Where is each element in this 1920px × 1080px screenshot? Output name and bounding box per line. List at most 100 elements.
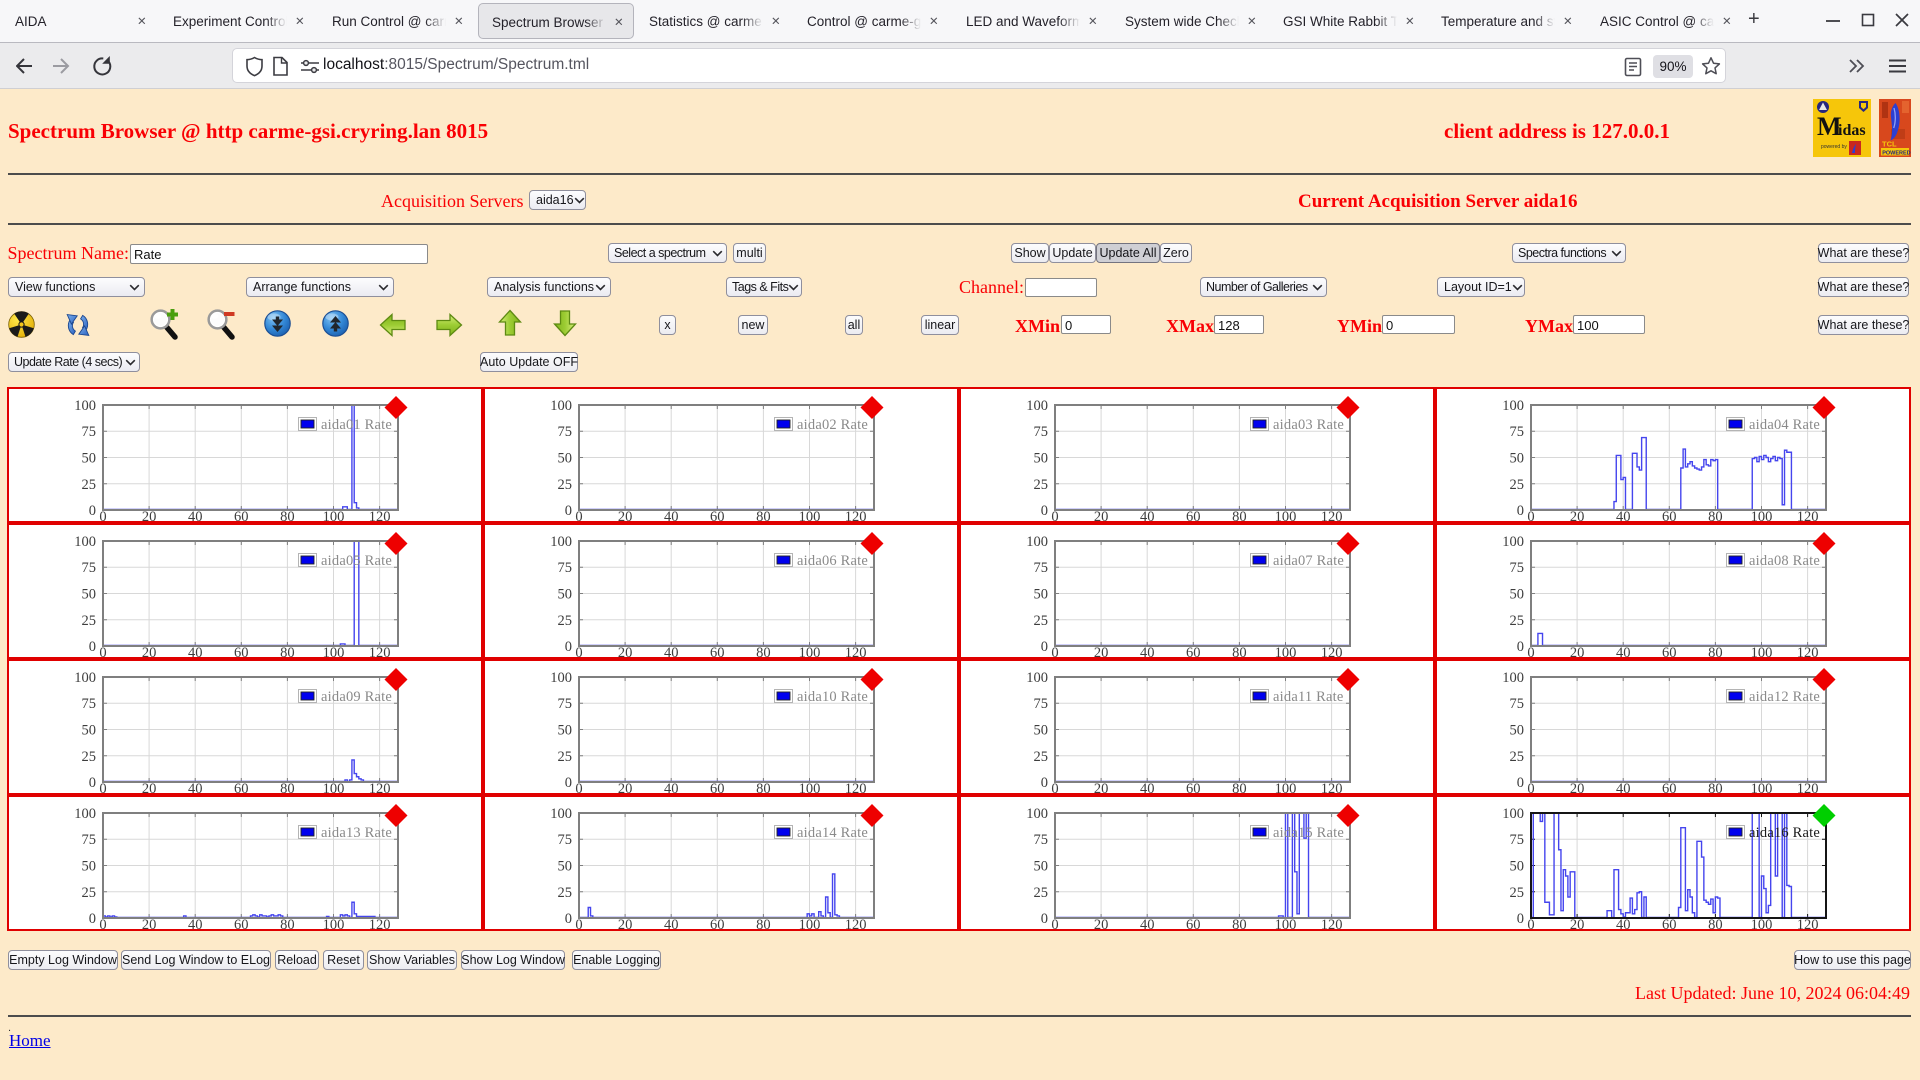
svg-text:25: 25 (82, 613, 97, 629)
svg-text:50: 50 (558, 723, 573, 739)
svg-text:aida07 Rate: aida07 Rate (1273, 553, 1344, 569)
svg-text:aida12 Rate: aida12 Rate (1749, 689, 1820, 705)
svg-text:idas: idas (1838, 122, 1866, 139)
svg-text:100: 100 (550, 806, 572, 822)
svg-text:75: 75 (1510, 424, 1525, 440)
svg-text:40: 40 (188, 917, 203, 933)
svg-text:50: 50 (558, 859, 573, 875)
svg-text:100: 100 (74, 806, 96, 822)
svg-text:25: 25 (1034, 477, 1049, 493)
svg-text:0: 0 (1517, 911, 1524, 927)
svg-text:75: 75 (82, 696, 97, 712)
svg-text:25: 25 (82, 749, 97, 765)
svg-text:80: 80 (756, 917, 771, 933)
svg-text:100: 100 (550, 670, 572, 686)
svg-text:25: 25 (1034, 885, 1049, 901)
svg-text:50: 50 (82, 587, 97, 603)
svg-text:50: 50 (558, 587, 573, 603)
svg-text:aida05 Rate: aida05 Rate (321, 553, 392, 569)
svg-text:100: 100 (1502, 398, 1524, 414)
svg-text:60: 60 (1186, 917, 1201, 933)
svg-text:75: 75 (558, 832, 573, 848)
svg-text:0: 0 (1041, 775, 1048, 791)
svg-text:aida16 Rate: aida16 Rate (1749, 825, 1820, 841)
svg-text:100: 100 (550, 534, 572, 550)
svg-text:50: 50 (1510, 451, 1525, 467)
svg-text:100: 100 (1502, 534, 1524, 550)
svg-text:0: 0 (1517, 775, 1524, 791)
svg-text:100: 100 (74, 398, 96, 414)
svg-text:aida09 Rate: aida09 Rate (321, 689, 392, 705)
svg-text:25: 25 (1510, 613, 1525, 629)
svg-text:40: 40 (664, 917, 679, 933)
svg-text:25: 25 (1510, 885, 1525, 901)
svg-text:100: 100 (1275, 917, 1297, 933)
svg-text:100: 100 (1026, 670, 1048, 686)
svg-text:75: 75 (1510, 696, 1525, 712)
svg-text:50: 50 (1034, 723, 1049, 739)
svg-text:75: 75 (1510, 832, 1525, 848)
svg-text:75: 75 (1034, 696, 1049, 712)
svg-text:100: 100 (799, 917, 821, 933)
svg-text:0: 0 (565, 775, 572, 791)
svg-text:0: 0 (1051, 917, 1058, 933)
svg-text:0: 0 (89, 775, 96, 791)
svg-text:75: 75 (82, 560, 97, 576)
svg-text:aida01 Rate: aida01 Rate (321, 417, 392, 433)
svg-text:0: 0 (89, 911, 96, 927)
svg-text:75: 75 (1034, 832, 1049, 848)
svg-text:20: 20 (618, 917, 633, 933)
svg-text:0: 0 (1041, 639, 1048, 655)
svg-text:120: 120 (1321, 917, 1343, 933)
svg-text:40: 40 (1140, 917, 1155, 933)
svg-text:50: 50 (82, 451, 97, 467)
svg-text:powered by: powered by (1821, 144, 1847, 150)
svg-text:75: 75 (1034, 424, 1049, 440)
svg-text:POWERED: POWERED (1882, 150, 1910, 156)
svg-text:0: 0 (89, 639, 96, 655)
svg-text:aida14 Rate: aida14 Rate (797, 825, 868, 841)
svg-text:80: 80 (1708, 917, 1723, 933)
svg-text:75: 75 (1510, 560, 1525, 576)
svg-text:50: 50 (1034, 587, 1049, 603)
svg-text:75: 75 (558, 560, 573, 576)
svg-text:100: 100 (1502, 806, 1524, 822)
svg-text:100: 100 (550, 398, 572, 414)
svg-text:50: 50 (82, 859, 97, 875)
svg-text:50: 50 (1034, 859, 1049, 875)
svg-text:60: 60 (710, 917, 725, 933)
svg-text:50: 50 (1510, 859, 1525, 875)
svg-text:100: 100 (1502, 670, 1524, 686)
svg-text:0: 0 (565, 639, 572, 655)
svg-text:aida04 Rate: aida04 Rate (1749, 417, 1820, 433)
svg-text:0: 0 (1517, 639, 1524, 655)
svg-text:50: 50 (82, 723, 97, 739)
svg-text:100: 100 (1026, 534, 1048, 550)
svg-text:75: 75 (82, 424, 97, 440)
svg-text:100: 100 (1751, 917, 1773, 933)
svg-text:0: 0 (99, 917, 106, 933)
svg-text:aida10 Rate: aida10 Rate (797, 689, 868, 705)
svg-text:80: 80 (1232, 917, 1247, 933)
svg-text:40: 40 (1616, 917, 1631, 933)
svg-text:60: 60 (234, 917, 249, 933)
svg-text:100: 100 (74, 670, 96, 686)
svg-text:120: 120 (845, 917, 867, 933)
svg-text:0: 0 (565, 911, 572, 927)
svg-text:75: 75 (558, 424, 573, 440)
svg-text:0: 0 (1517, 503, 1524, 519)
svg-text:100: 100 (323, 917, 345, 933)
svg-text:25: 25 (558, 749, 573, 765)
svg-text:25: 25 (1034, 749, 1049, 765)
svg-text:25: 25 (558, 885, 573, 901)
svg-text:120: 120 (1797, 917, 1819, 933)
svg-text:0: 0 (575, 917, 582, 933)
svg-text:50: 50 (1510, 587, 1525, 603)
svg-text:25: 25 (82, 477, 97, 493)
svg-text:60: 60 (1662, 917, 1677, 933)
svg-text:50: 50 (558, 451, 573, 467)
svg-text:aida06 Rate: aida06 Rate (797, 553, 868, 569)
svg-text:20: 20 (142, 917, 157, 933)
svg-text:0: 0 (1041, 911, 1048, 927)
svg-text:75: 75 (82, 832, 97, 848)
